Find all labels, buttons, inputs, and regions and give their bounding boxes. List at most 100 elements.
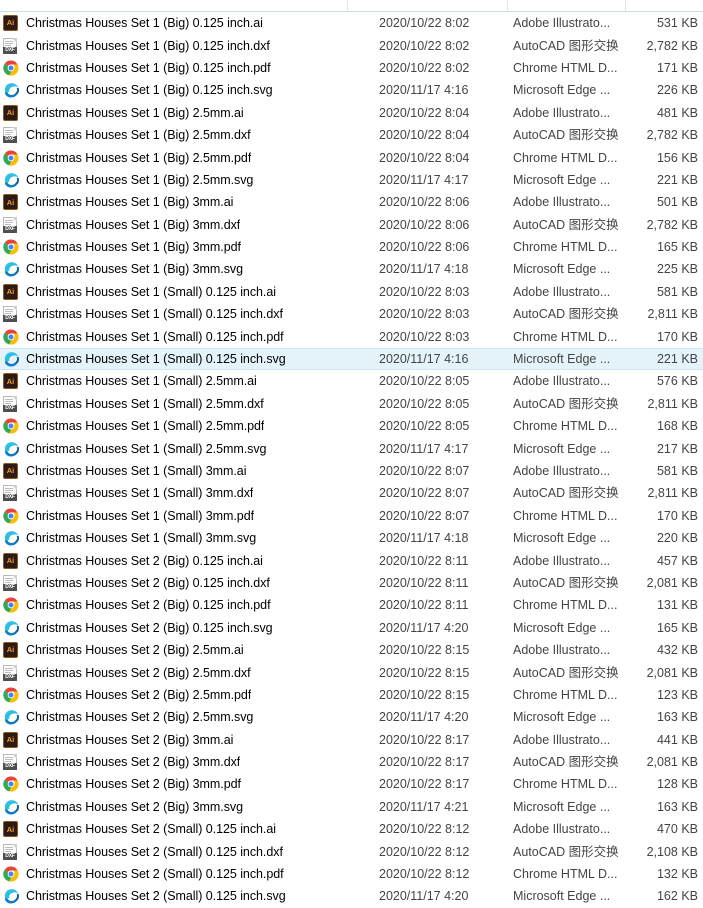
file-row[interactable]: Ai Christmas Houses Set 1 (Small) 2.5mm.a…: [0, 370, 703, 392]
autocad-dxf-file-icon: DXF: [3, 395, 17, 412]
autocad-dxf-file-icon: DXF: [3, 37, 17, 54]
file-row[interactable]: Ai Christmas Houses Set 2 (Small) 0.125 i…: [0, 818, 703, 840]
file-name-cell[interactable]: Christmas Houses Set 1 (Big) 3mm.pdf: [0, 239, 347, 255]
file-name-cell[interactable]: Ai Christmas Houses Set 1 (Small) 0.125 i…: [0, 283, 347, 300]
file-row[interactable]: Christmas Houses Set 1 (Big) 3mm.svg 2020…: [0, 258, 703, 280]
file-row[interactable]: DXF Christmas Houses Set 1 (Small) 0.125 …: [0, 303, 703, 325]
file-name-cell[interactable]: Christmas Houses Set 1 (Small) 3mm.pdf: [0, 508, 347, 524]
file-name-cell[interactable]: Christmas Houses Set 1 (Small) 0.125 inc…: [0, 329, 347, 345]
file-name-cell[interactable]: DXF Christmas Houses Set 1 (Big) 2.5mm.dx…: [0, 127, 347, 144]
file-name-cell[interactable]: Ai Christmas Houses Set 1 (Big) 2.5mm.ai: [0, 104, 347, 121]
file-list[interactable]: Ai Christmas Houses Set 1 (Big) 0.125 inc…: [0, 12, 703, 908]
file-row[interactable]: Christmas Houses Set 1 (Small) 2.5mm.svg…: [0, 437, 703, 459]
file-name-cell[interactable]: Ai Christmas Houses Set 1 (Big) 0.125 inc…: [0, 15, 347, 32]
file-name-cell[interactable]: DXF Christmas Houses Set 1 (Small) 2.5mm.…: [0, 395, 347, 412]
file-row[interactable]: Ai Christmas Houses Set 1 (Small) 3mm.ai 2…: [0, 460, 703, 482]
file-name-cell[interactable]: Ai Christmas Houses Set 2 (Small) 0.125 i…: [0, 821, 347, 838]
file-row[interactable]: Christmas Houses Set 1 (Small) 3mm.pdf 20…: [0, 505, 703, 527]
chrome-html-file-icon: [3, 866, 19, 882]
file-name-cell[interactable]: DXF Christmas Houses Set 1 (Small) 3mm.dx…: [0, 485, 347, 502]
file-icon-wrap: DXF: [3, 664, 19, 681]
file-name-cell[interactable]: Ai Christmas Houses Set 1 (Small) 2.5mm.a…: [0, 373, 347, 390]
file-type: Chrome HTML D...: [513, 687, 618, 702]
file-row[interactable]: DXF Christmas Houses Set 1 (Big) 0.125 in…: [0, 34, 703, 56]
file-name-cell[interactable]: Ai Christmas Houses Set 2 (Big) 3mm.ai: [0, 731, 347, 748]
file-name-cell[interactable]: Christmas Houses Set 2 (Big) 0.125 inch.…: [0, 597, 347, 613]
file-row[interactable]: Christmas Houses Set 2 (Big) 0.125 inch.…: [0, 617, 703, 639]
file-row[interactable]: DXF Christmas Houses Set 1 (Small) 2.5mm.…: [0, 393, 703, 415]
file-row[interactable]: DXF Christmas Houses Set 1 (Small) 3mm.dx…: [0, 482, 703, 504]
file-name-cell[interactable]: Christmas Houses Set 2 (Big) 2.5mm.pdf: [0, 687, 347, 703]
file-row[interactable]: Christmas Houses Set 1 (Small) 0.125 inc…: [0, 325, 703, 347]
file-row[interactable]: Ai Christmas Houses Set 1 (Small) 0.125 i…: [0, 281, 703, 303]
file-name-label: Christmas Houses Set 2 (Big) 2.5mm.pdf: [26, 687, 252, 702]
column-divider-name[interactable]: [347, 0, 348, 11]
file-row[interactable]: Christmas Houses Set 1 (Small) 0.125 inc…: [0, 347, 703, 371]
file-date-modified: 2020/11/17 4:20: [379, 620, 469, 635]
file-row[interactable]: Christmas Houses Set 2 (Small) 0.125 inc…: [0, 863, 703, 885]
file-name-cell[interactable]: Ai Christmas Houses Set 2 (Big) 0.125 inc…: [0, 552, 347, 569]
file-row[interactable]: Ai Christmas Houses Set 1 (Big) 0.125 inc…: [0, 12, 703, 34]
file-row[interactable]: Christmas Houses Set 1 (Big) 2.5mm.svg 20…: [0, 169, 703, 191]
file-name-cell[interactable]: Ai Christmas Houses Set 2 (Big) 2.5mm.ai: [0, 642, 347, 659]
file-row[interactable]: Ai Christmas Houses Set 1 (Big) 2.5mm.ai 2…: [0, 102, 703, 124]
file-name-label: Christmas Houses Set 1 (Big) 2.5mm.ai: [26, 105, 244, 120]
column-divider-type[interactable]: [625, 0, 626, 11]
file-name-cell[interactable]: DXF Christmas Houses Set 2 (Big) 3mm.dxf: [0, 754, 347, 771]
file-row[interactable]: Ai Christmas Houses Set 2 (Big) 3mm.ai 202…: [0, 729, 703, 751]
file-name-cell[interactable]: Christmas Houses Set 1 (Small) 2.5mm.svg: [0, 441, 347, 457]
file-row[interactable]: Christmas Houses Set 2 (Big) 3mm.svg 2020…: [0, 796, 703, 818]
file-row[interactable]: DXF Christmas Houses Set 2 (Big) 3mm.dxf 2…: [0, 751, 703, 773]
edge-svg-file-icon: [4, 620, 19, 636]
file-type: AutoCAD 图形交换: [513, 844, 619, 859]
file-row[interactable]: Christmas Houses Set 2 (Big) 0.125 inch.…: [0, 594, 703, 616]
file-row[interactable]: DXF Christmas Houses Set 1 (Big) 3mm.dxf 2…: [0, 214, 703, 236]
file-name-cell[interactable]: DXF Christmas Houses Set 2 (Big) 0.125 in…: [0, 574, 347, 591]
file-icon-wrap: [3, 60, 19, 76]
file-row[interactable]: Christmas Houses Set 1 (Big) 0.125 inch.…: [0, 57, 703, 79]
file-name-cell[interactable]: Ai Christmas Houses Set 1 (Small) 3mm.ai: [0, 463, 347, 479]
file-name-cell[interactable]: Christmas Houses Set 2 (Small) 0.125 inc…: [0, 888, 347, 904]
file-row[interactable]: Christmas Houses Set 1 (Big) 2.5mm.pdf 20…: [0, 146, 703, 168]
file-name-cell[interactable]: Christmas Houses Set 1 (Big) 0.125 inch.…: [0, 60, 347, 76]
file-type: Adobe Illustrato...: [513, 195, 611, 210]
file-row[interactable]: Ai Christmas Houses Set 1 (Big) 3mm.ai 202…: [0, 191, 703, 213]
file-row[interactable]: Christmas Houses Set 1 (Small) 3mm.svg 20…: [0, 527, 703, 549]
file-name-cell[interactable]: Christmas Houses Set 2 (Big) 3mm.svg: [0, 799, 347, 815]
file-name-cell[interactable]: Christmas Houses Set 1 (Small) 2.5mm.pdf: [0, 418, 347, 434]
file-name-cell[interactable]: DXF Christmas Houses Set 2 (Big) 2.5mm.dx…: [0, 664, 347, 681]
file-name-cell[interactable]: Christmas Houses Set 1 (Big) 2.5mm.svg: [0, 172, 347, 188]
file-name-cell[interactable]: DXF Christmas Houses Set 2 (Small) 0.125 …: [0, 843, 347, 860]
file-row[interactable]: Christmas Houses Set 1 (Big) 0.125 inch.…: [0, 79, 703, 101]
file-name-cell[interactable]: Christmas Houses Set 2 (Big) 0.125 inch.…: [0, 620, 347, 636]
file-row[interactable]: DXF Christmas Houses Set 2 (Small) 0.125 …: [0, 840, 703, 862]
file-row[interactable]: Christmas Houses Set 2 (Big) 2.5mm.pdf 20…: [0, 684, 703, 706]
file-row[interactable]: DXF Christmas Houses Set 1 (Big) 2.5mm.dx…: [0, 124, 703, 146]
file-row[interactable]: Christmas Houses Set 1 (Big) 3mm.pdf 2020…: [0, 236, 703, 258]
file-name-cell[interactable]: Christmas Houses Set 1 (Big) 0.125 inch.…: [0, 82, 347, 98]
file-name-cell[interactable]: Christmas Houses Set 2 (Big) 3mm.pdf: [0, 776, 347, 793]
file-type: Chrome HTML D...: [513, 419, 618, 434]
file-row[interactable]: Christmas Houses Set 2 (Small) 0.125 inc…: [0, 885, 703, 907]
file-row[interactable]: Christmas Houses Set 2 (Big) 3mm.pdf 2020…: [0, 773, 703, 795]
file-name-cell[interactable]: Christmas Houses Set 2 (Small) 0.125 inc…: [0, 866, 347, 882]
chrome-html-file-icon: [3, 418, 19, 434]
file-name-cell[interactable]: Christmas Houses Set 1 (Big) 3mm.svg: [0, 261, 347, 277]
file-row[interactable]: DXF Christmas Houses Set 2 (Big) 2.5mm.dx…: [0, 661, 703, 683]
file-row[interactable]: DXF Christmas Houses Set 2 (Big) 0.125 in…: [0, 572, 703, 594]
file-name-cell[interactable]: Christmas Houses Set 1 (Big) 2.5mm.pdf: [0, 150, 347, 166]
illustrator-file-icon: Ai: [3, 15, 18, 32]
file-name-cell[interactable]: Christmas Houses Set 1 (Small) 0.125 inc…: [0, 351, 347, 367]
file-row[interactable]: Ai Christmas Houses Set 2 (Big) 0.125 inc…: [0, 549, 703, 571]
edge-svg-file-icon: [4, 352, 19, 367]
file-name-cell[interactable]: DXF Christmas Houses Set 1 (Big) 0.125 in…: [0, 37, 347, 54]
column-divider-date[interactable]: [507, 0, 508, 11]
file-name-cell[interactable]: Christmas Houses Set 2 (Big) 2.5mm.svg: [0, 709, 347, 725]
file-row[interactable]: Christmas Houses Set 1 (Small) 2.5mm.pdf…: [0, 415, 703, 437]
file-name-cell[interactable]: DXF Christmas Houses Set 1 (Small) 0.125 …: [0, 306, 347, 323]
file-row[interactable]: Christmas Houses Set 2 (Big) 2.5mm.svg 20…: [0, 706, 703, 728]
file-name-cell[interactable]: DXF Christmas Houses Set 1 (Big) 3mm.dxf: [0, 216, 347, 233]
file-name-cell[interactable]: Ai Christmas Houses Set 1 (Big) 3mm.ai: [0, 194, 347, 211]
file-row[interactable]: Ai Christmas Houses Set 2 (Big) 2.5mm.ai 2…: [0, 639, 703, 661]
file-name-cell[interactable]: Christmas Houses Set 1 (Small) 3mm.svg: [0, 530, 347, 546]
